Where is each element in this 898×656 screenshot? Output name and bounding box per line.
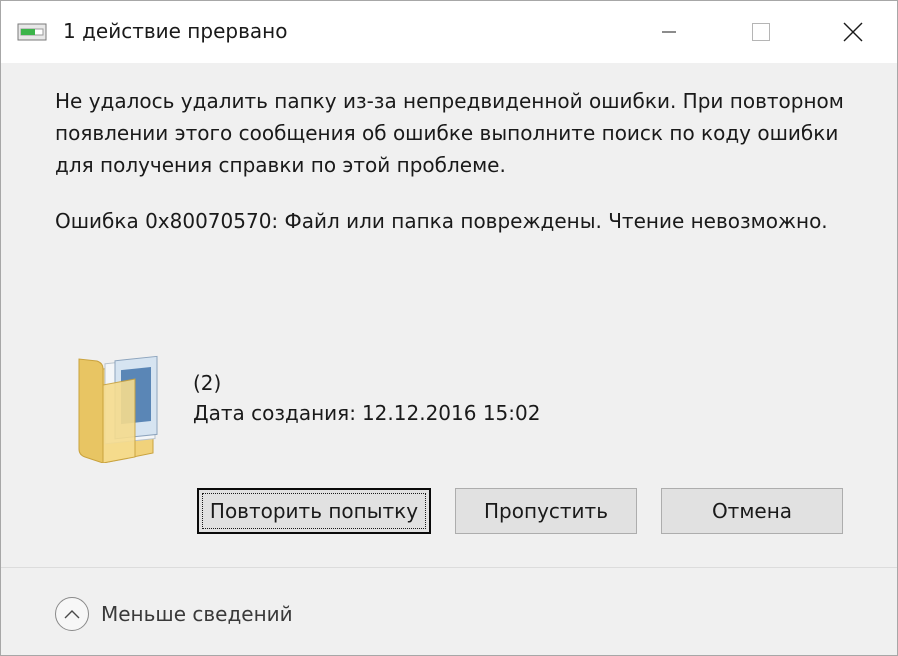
folder-icon	[75, 345, 165, 464]
retry-button[interactable]: Повторить попытку	[197, 488, 431, 534]
created-label: Дата создания:	[193, 401, 356, 425]
skip-button[interactable]: Пропустить	[455, 488, 637, 534]
dialog-window: 1 действие прервано Не удалось удалить п…	[0, 0, 898, 656]
title-bar[interactable]: 1 действие прервано	[1, 1, 897, 63]
created-value: 12.12.2016 15:02	[361, 401, 541, 425]
chevron-up-icon	[55, 597, 89, 631]
cancel-button[interactable]: Отмена	[661, 488, 843, 534]
less-details-toggle[interactable]: Меньше сведений	[55, 596, 293, 632]
file-created-date: Дата создания: 12.12.2016 15:02	[193, 401, 540, 425]
close-button[interactable]	[807, 1, 898, 63]
file-name: (2)	[193, 371, 222, 395]
file-operation-icon	[17, 21, 47, 43]
maximize-icon	[752, 23, 770, 41]
dialog-content: Не удалось удалить папку из-за непредвид…	[1, 63, 897, 561]
dialog-footer: Меньше сведений	[1, 567, 897, 655]
error-description: Не удалось удалить папку из-за непредвид…	[55, 89, 844, 177]
focus-rectangle	[202, 493, 426, 529]
minimize-button[interactable]	[623, 1, 715, 63]
window-title: 1 действие прервано	[63, 19, 288, 43]
maximize-button[interactable]	[715, 1, 807, 63]
skip-button-label: Пропустить	[484, 499, 608, 523]
cancel-button-label: Отмена	[711, 499, 793, 523]
close-icon	[843, 22, 863, 42]
error-code-message: Ошибка 0x80070570: Файл или папка повреж…	[55, 209, 828, 233]
minimize-icon	[662, 31, 676, 33]
less-details-label: Меньше сведений	[101, 602, 293, 626]
